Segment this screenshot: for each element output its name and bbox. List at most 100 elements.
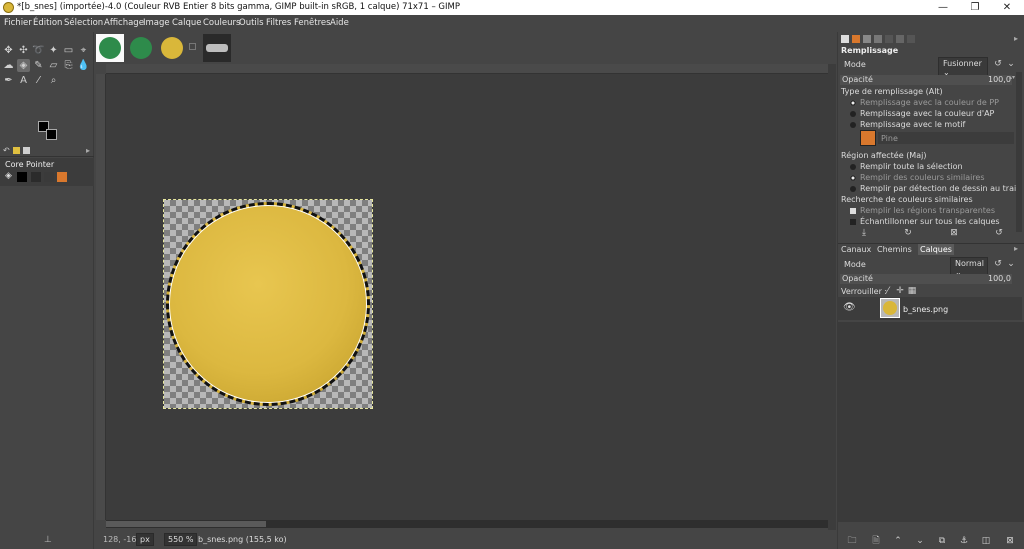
- eraser-icon[interactable]: ▱: [47, 59, 60, 72]
- region-similar-colors[interactable]: Remplir des couleurs similaires: [850, 173, 1024, 182]
- close-button[interactable]: ✕: [992, 0, 1022, 15]
- horizontal-scrollbar-thumb[interactable]: [106, 521, 266, 527]
- region-whole-radio[interactable]: [850, 163, 856, 170]
- fill-opacity-value[interactable]: 100,0: [988, 75, 1011, 84]
- text-tool-icon[interactable]: A: [17, 74, 30, 87]
- image-tab-1[interactable]: [96, 34, 124, 62]
- align-tool-icon[interactable]: ✣: [17, 44, 30, 57]
- layers-menu-icon[interactable]: ▸: [1014, 244, 1018, 253]
- smudge-tool-icon[interactable]: 💧: [77, 59, 90, 72]
- fuzzy-select-icon[interactable]: ✦: [47, 44, 60, 57]
- background-color-swatch[interactable]: [46, 129, 57, 140]
- menu-selection[interactable]: Sélection: [64, 18, 103, 28]
- fill-transparent-option[interactable]: Remplir les régions transparentes: [850, 206, 1024, 215]
- palettes-tab-icon[interactable]: [907, 35, 915, 43]
- horizontal-scrollbar[interactable]: [106, 520, 828, 528]
- image-tab-4[interactable]: [203, 34, 231, 62]
- sample-merged-option[interactable]: Échantillonner sur tous les calques: [850, 217, 1024, 226]
- fill-type-pattern-radio[interactable]: [850, 121, 856, 128]
- raise-layer-icon[interactable]: ⌃: [892, 535, 904, 547]
- region-line-art[interactable]: Remplir par détection de dessin au trait: [850, 184, 1024, 193]
- save-options-icon[interactable]: ⤓: [858, 227, 870, 239]
- menu-fichier[interactable]: Fichier: [4, 18, 32, 28]
- layer-name[interactable]: b_snes.png: [903, 305, 948, 314]
- fill-type-fg[interactable]: Remplissage avec la couleur de PP: [850, 98, 1024, 107]
- device-status-tab-icon[interactable]: [23, 147, 30, 154]
- layer-thumbnail[interactable]: [880, 298, 900, 318]
- new-layer-icon[interactable]: 🗎: [870, 535, 882, 547]
- layer-visibility-eye-icon[interactable]: 👁: [843, 302, 856, 313]
- menu-edition[interactable]: Édition: [33, 18, 62, 28]
- image-tab-2[interactable]: [127, 34, 155, 62]
- crop-tool-icon[interactable]: ▭: [62, 44, 75, 57]
- delete-options-icon[interactable]: ⊠: [948, 227, 960, 239]
- menu-outils[interactable]: Outils: [239, 18, 264, 28]
- fill-type-bg-radio[interactable]: [850, 110, 856, 117]
- image-tab-3[interactable]: [158, 34, 186, 62]
- pattern-preview[interactable]: [860, 130, 876, 146]
- pattern-tab-icon[interactable]: [852, 35, 860, 43]
- tab-layers[interactable]: Calques: [918, 244, 954, 255]
- reset-mode-icon[interactable]: ↺: [992, 58, 1004, 70]
- delete-layer-icon[interactable]: ⊠: [1004, 535, 1016, 547]
- vertical-scrollbar[interactable]: [828, 64, 836, 530]
- lock-position-icon[interactable]: ✛: [894, 285, 906, 297]
- fill-type-pattern[interactable]: Remplissage avec le motif: [850, 120, 1024, 129]
- lock-alpha-icon[interactable]: ▦: [906, 285, 918, 297]
- options-scrollbar[interactable]: [1016, 72, 1022, 232]
- fill-transparent-checkbox[interactable]: [850, 207, 856, 214]
- tab-channels[interactable]: Canaux: [841, 245, 871, 254]
- anchor-layer-icon[interactable]: ⚓: [958, 535, 970, 547]
- menu-affichage[interactable]: Affichage: [104, 18, 144, 28]
- layer-reset-mode-icon[interactable]: ↺: [992, 258, 1004, 270]
- layer-mode-chevron-icon[interactable]: ⌄: [1005, 258, 1017, 270]
- undo-history-icon[interactable]: ↶: [3, 146, 10, 155]
- menu-calque[interactable]: Calque: [172, 18, 202, 28]
- zoom-tool-icon[interactable]: ⌕: [47, 74, 60, 87]
- colors-tab-icon[interactable]: [13, 147, 20, 154]
- minimize-button[interactable]: —: [928, 0, 958, 15]
- dock-menu-icon[interactable]: ▸: [1014, 34, 1018, 43]
- transform-tool-icon[interactable]: ⌖: [77, 44, 90, 57]
- warp-tool-icon[interactable]: ☁: [2, 59, 15, 72]
- region-lineart-radio[interactable]: [850, 185, 856, 192]
- clone-tool-icon[interactable]: ⎘: [62, 59, 75, 72]
- images-tab-icon[interactable]: [896, 35, 904, 43]
- menu-image[interactable]: Image: [143, 18, 170, 28]
- lock-pixels-icon[interactable]: ⁄: [882, 285, 894, 297]
- gradients-tab-icon[interactable]: [885, 35, 893, 43]
- maximize-button[interactable]: ❐: [960, 0, 990, 15]
- tab-paths[interactable]: Chemins: [877, 245, 912, 254]
- region-whole-selection[interactable]: Remplir toute la sélection: [850, 162, 1024, 171]
- color-picker-icon[interactable]: ⁄: [32, 74, 45, 87]
- tool-options-tab-icon[interactable]: [841, 35, 849, 43]
- paths-tool-icon[interactable]: ✒: [2, 74, 15, 87]
- new-layer-group-icon[interactable]: 🗀: [846, 535, 858, 547]
- unit-selector[interactable]: px: [136, 533, 154, 546]
- layer-opacity-value[interactable]: 100,0: [988, 274, 1011, 283]
- menu-couleurs[interactable]: Couleurs: [203, 18, 240, 28]
- menu-filtres[interactable]: Filtres: [266, 18, 291, 28]
- layer-row[interactable]: 👁 b_snes.png: [837, 297, 1022, 320]
- sample-merged-checkbox[interactable]: [850, 218, 856, 225]
- paintbrush-icon[interactable]: ✎: [32, 59, 45, 72]
- fonts-tab-icon[interactable]: [874, 35, 882, 43]
- fill-type-bg[interactable]: Remplissage avec la couleur d'AP: [850, 109, 1024, 118]
- move-tool-icon[interactable]: ✥: [2, 44, 15, 57]
- region-similar-radio[interactable]: [850, 174, 856, 181]
- toolbox-resize-icon[interactable]: ⊥: [44, 535, 52, 545]
- brushes-tab-icon[interactable]: [863, 35, 871, 43]
- zoom-selector[interactable]: 550 %: [164, 533, 198, 546]
- panel-menu-icon[interactable]: ▸: [86, 146, 90, 155]
- restore-options-icon[interactable]: ↻: [902, 227, 914, 239]
- menu-fenetres[interactable]: Fenêtres: [294, 18, 331, 28]
- pattern-name-field[interactable]: Pine: [878, 132, 1014, 144]
- yellow-button-image[interactable]: [166, 202, 370, 406]
- bucket-fill-icon[interactable]: ◈: [17, 59, 30, 72]
- fill-type-fg-radio[interactable]: [850, 99, 856, 106]
- duplicate-layer-icon[interactable]: ⧉: [936, 535, 948, 547]
- free-select-icon[interactable]: ➰: [32, 44, 45, 57]
- lower-layer-icon[interactable]: ⌄: [914, 535, 926, 547]
- layer-mask-icon[interactable]: ◫: [980, 535, 992, 547]
- menu-aide[interactable]: Aide: [330, 18, 349, 28]
